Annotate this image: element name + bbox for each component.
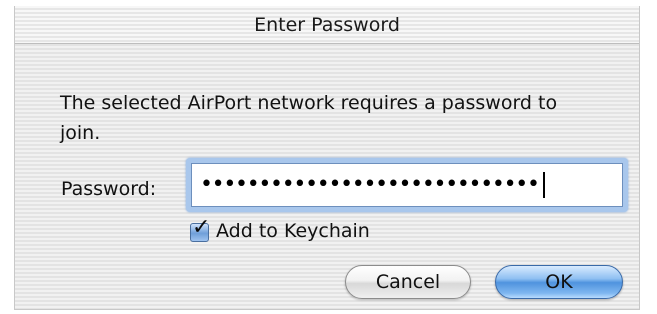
password-dots: ••••••••••••••••••••••••••••• xyxy=(200,172,540,197)
add-to-keychain-checkbox[interactable]: ✓ xyxy=(190,215,210,242)
cancel-button[interactable]: Cancel xyxy=(345,265,471,299)
ok-button[interactable]: OK xyxy=(495,265,623,299)
dialog-message: The selected AirPort network requires a … xyxy=(60,92,558,144)
text-caret xyxy=(542,172,545,198)
add-to-keychain-label[interactable]: Add to Keychain xyxy=(216,217,370,245)
password-dots-container: ••••••••••••••••••••••••••••• xyxy=(200,168,545,202)
password-label: Password: xyxy=(61,178,157,200)
keychain-option[interactable]: ✓ Add to Keychain xyxy=(190,215,370,245)
checkmark-icon: ✓ xyxy=(192,214,211,240)
password-field[interactable]: ••••••••••••••••••••••••••••• xyxy=(186,158,628,212)
enter-password-dialog: Enter Password The selected AirPort netw… xyxy=(14,6,640,310)
dialog-title: Enter Password xyxy=(15,6,639,44)
password-input[interactable]: ••••••••••••••••••••••••••••• xyxy=(191,163,623,207)
